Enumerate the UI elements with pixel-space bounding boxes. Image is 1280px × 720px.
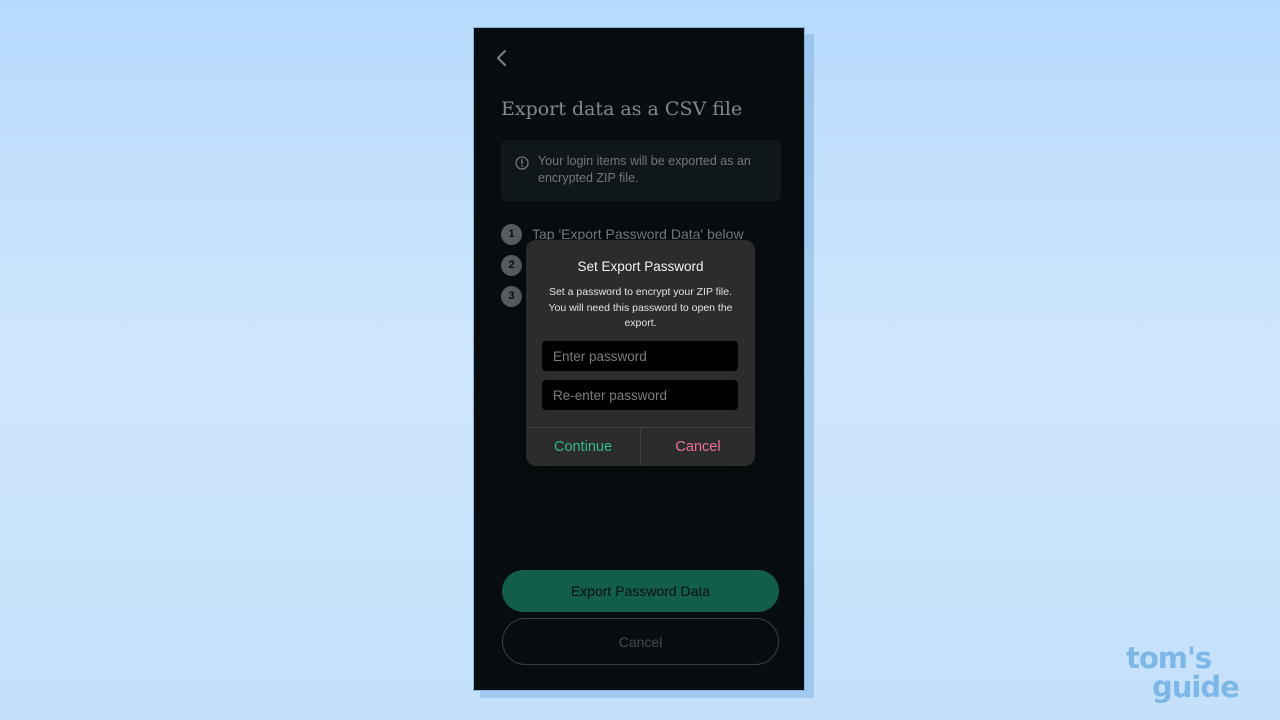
logo-line-2: guide xyxy=(1152,670,1240,704)
dialog-message: Set a password to encrypt your ZIP file.… xyxy=(548,286,733,329)
set-export-password-dialog: Set Export Password Set a password to en… xyxy=(526,240,755,466)
password-input[interactable] xyxy=(542,341,738,371)
toms-guide-logo: tom's guide xyxy=(1126,641,1240,704)
logo-line-1: tom's xyxy=(1126,641,1212,675)
dialog-cancel-button[interactable]: Cancel xyxy=(641,428,755,466)
confirm-password-input[interactable] xyxy=(542,380,738,410)
phone-screen: Export data as a CSV file Your login ite… xyxy=(473,27,805,691)
dialog-title: Set Export Password xyxy=(577,259,704,274)
continue-button[interactable]: Continue xyxy=(526,428,640,466)
